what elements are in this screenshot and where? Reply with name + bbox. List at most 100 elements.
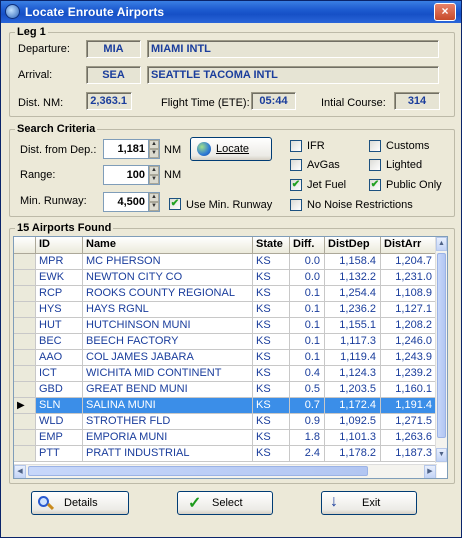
table-row[interactable]: WLD STROTHER FLD KS 0.9 1,092.5 1,271.5 <box>14 414 437 430</box>
table-cell[interactable]: KS <box>253 430 290 446</box>
scroll-right-icon[interactable]: ▶ <box>424 465 436 478</box>
table-cell[interactable]: NEWTON CITY CO <box>83 270 253 286</box>
table-cell[interactable]: HUT <box>36 318 83 334</box>
table-cell[interactable]: 1,119.4 <box>325 350 381 366</box>
table-cell[interactable]: KS <box>253 414 290 430</box>
dist-from-dep-input[interactable]: 1,181 <box>103 139 149 159</box>
range-input[interactable]: 100 <box>103 165 149 185</box>
details-button[interactable]: Details <box>31 491 129 515</box>
table-cell[interactable]: KS <box>253 270 290 286</box>
table-cell[interactable]: KS <box>253 366 290 382</box>
table-cell[interactable]: 0.4 <box>290 366 325 382</box>
table-cell[interactable]: 0.0 <box>290 254 325 270</box>
table-cell[interactable]: 2.4 <box>290 446 325 462</box>
table-cell[interactable]: 1,187.3 <box>381 446 437 462</box>
row-indicator[interactable] <box>14 382 36 398</box>
table-cell[interactable]: 1,243.9 <box>381 350 437 366</box>
row-indicator[interactable] <box>14 302 36 318</box>
scroll-up-icon[interactable]: ▲ <box>436 237 447 251</box>
row-indicator[interactable] <box>14 414 36 430</box>
horizontal-scroll-thumb[interactable] <box>28 466 368 476</box>
table-row[interactable]: HYS HAYS RGNL KS 0.1 1,236.2 1,127.1 <box>14 302 437 318</box>
table-cell[interactable]: STROTHER FLD <box>83 414 253 430</box>
table-cell[interactable]: KS <box>253 382 290 398</box>
spin-down-icon[interactable]: ▼ <box>149 175 159 184</box>
min-runway-spinner[interactable]: ▲ ▼ <box>148 192 160 212</box>
airports-grid[interactable]: ID Name State Diff. DistDep DistArr MPR M… <box>13 236 448 479</box>
column-header[interactable]: Name <box>83 237 253 254</box>
table-row[interactable]: GBD GREAT BEND MUNI KS 0.5 1,203.5 1,160.1 <box>14 382 437 398</box>
use-min-runway-checkbox[interactable]: ✔ <box>169 198 181 210</box>
vertical-scroll-thumb[interactable] <box>437 253 446 438</box>
table-cell[interactable]: KS <box>253 254 290 270</box>
spin-up-icon[interactable]: ▲ <box>149 193 159 202</box>
row-indicator[interactable] <box>14 318 36 334</box>
horizontal-scrollbar[interactable]: ◀ ▶ <box>14 464 437 478</box>
row-indicator[interactable] <box>14 430 36 446</box>
ifr-label[interactable]: IFR <box>307 140 325 152</box>
row-indicator[interactable] <box>14 270 36 286</box>
table-cell[interactable]: 1,092.5 <box>325 414 381 430</box>
table-cell[interactable]: 0.1 <box>290 318 325 334</box>
table-cell[interactable]: 1,254.4 <box>325 286 381 302</box>
table-cell[interactable]: 1,127.1 <box>381 302 437 318</box>
table-cell[interactable]: PRATT INDUSTRIAL <box>83 446 253 462</box>
no-noise-checkbox[interactable] <box>290 199 302 211</box>
table-cell[interactable]: 1,101.3 <box>325 430 381 446</box>
table-cell[interactable]: 1,124.3 <box>325 366 381 382</box>
table-cell[interactable]: KS <box>253 286 290 302</box>
jet-fuel-checkbox[interactable]: ✔ <box>290 179 302 191</box>
row-indicator[interactable]: ▶ <box>14 398 36 414</box>
avgas-checkbox[interactable] <box>290 159 302 171</box>
table-cell[interactable]: 1,208.2 <box>381 318 437 334</box>
public-only-label[interactable]: Public Only <box>386 179 442 191</box>
lighted-checkbox[interactable] <box>369 159 381 171</box>
select-button[interactable]: ✓ Select <box>177 491 273 515</box>
table-cell[interactable]: 0.7 <box>290 398 325 414</box>
table-cell[interactable]: KS <box>253 302 290 318</box>
table-cell[interactable]: HYS <box>36 302 83 318</box>
table-cell[interactable]: 0.1 <box>290 286 325 302</box>
exit-button[interactable]: ↓ Exit <box>321 491 417 515</box>
table-cell[interactable]: 1,172.4 <box>325 398 381 414</box>
table-cell[interactable]: ROOKS COUNTY REGIONAL <box>83 286 253 302</box>
table-cell[interactable]: 1,246.0 <box>381 334 437 350</box>
table-cell[interactable]: SLN <box>36 398 83 414</box>
table-cell[interactable]: KS <box>253 446 290 462</box>
table-cell[interactable]: BEECH FACTORY <box>83 334 253 350</box>
table-row[interactable]: EMP EMPORIA MUNI KS 1.8 1,101.3 1,263.6 <box>14 430 437 446</box>
dist-from-dep-spinner[interactable]: ▲ ▼ <box>148 139 160 159</box>
table-row[interactable]: AAO COL JAMES JABARA KS 0.1 1,119.4 1,243.9 <box>14 350 437 366</box>
table-cell[interactable]: 0.9 <box>290 414 325 430</box>
scroll-down-icon[interactable]: ▼ <box>436 448 447 462</box>
table-cell[interactable]: 1,191.4 <box>381 398 437 414</box>
table-row[interactable]: RCP ROOKS COUNTY REGIONAL KS 0.1 1,254.4 1,10… <box>14 286 437 302</box>
table-cell[interactable]: MC PHERSON <box>83 254 253 270</box>
column-header[interactable]: DistDep <box>325 237 381 254</box>
spin-up-icon[interactable]: ▲ <box>149 140 159 149</box>
jet-fuel-label[interactable]: Jet Fuel <box>307 179 346 191</box>
table-cell[interactable]: BEC <box>36 334 83 350</box>
row-indicator[interactable] <box>14 334 36 350</box>
lighted-label[interactable]: Lighted <box>386 159 422 171</box>
row-indicator[interactable] <box>14 286 36 302</box>
customs-label[interactable]: Customs <box>386 140 429 152</box>
table-cell[interactable]: 0.1 <box>290 302 325 318</box>
scroll-left-icon[interactable]: ◀ <box>14 465 26 478</box>
table-row[interactable]: PTT PRATT INDUSTRIAL KS 2.4 1,178.2 1,187.3 <box>14 446 437 462</box>
table-cell[interactable]: 1,239.2 <box>381 366 437 382</box>
column-header[interactable]: Diff. <box>290 237 325 254</box>
row-indicator[interactable] <box>14 366 36 382</box>
table-cell[interactable]: 1,271.5 <box>381 414 437 430</box>
table-cell[interactable]: 0.5 <box>290 382 325 398</box>
table-cell[interactable]: 1,204.7 <box>381 254 437 270</box>
column-header[interactable]: ID <box>36 237 83 254</box>
title-bar[interactable]: Locate Enroute Airports × <box>1 1 461 23</box>
table-cell[interactable]: 0.1 <box>290 350 325 366</box>
column-header[interactable]: DistArr <box>381 237 437 254</box>
table-cell[interactable]: WICHITA MID CONTINENT <box>83 366 253 382</box>
range-spinner[interactable]: ▲ ▼ <box>148 165 160 185</box>
table-row[interactable]: MPR MC PHERSON KS 0.0 1,158.4 1,204.7 <box>14 254 437 270</box>
table-cell[interactable]: GBD <box>36 382 83 398</box>
table-cell[interactable]: HUTCHINSON MUNI <box>83 318 253 334</box>
